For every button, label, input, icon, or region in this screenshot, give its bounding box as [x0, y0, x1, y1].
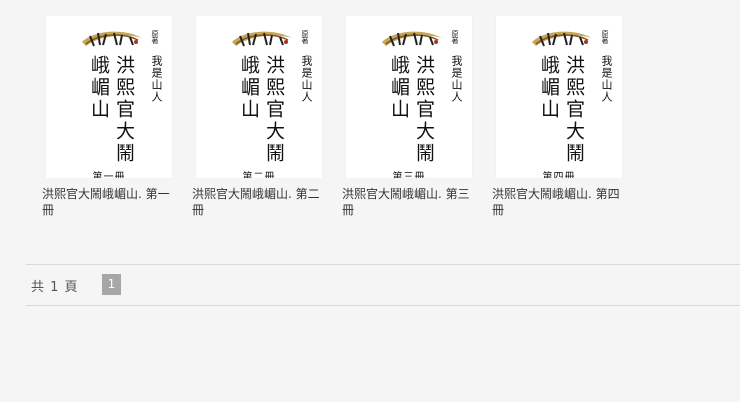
cover-author-label: 原著: [451, 30, 459, 44]
calligraphy-logo-icon: [232, 31, 292, 47]
cover-title: 洪熙官大鬧峨嵋山: [538, 55, 585, 165]
book-caption-link[interactable]: 洪熙官大鬧峨嵋山. 第一冊: [42, 186, 180, 218]
page-total-label: 共 1 頁: [31, 280, 79, 295]
book-caption-link[interactable]: 洪熙官大鬧峨嵋山. 第二冊: [192, 186, 330, 218]
cover-author: 我是山人: [600, 55, 613, 103]
book-item[interactable]: 原著 我是山人 洪熙官大鬧峨嵋山 第三冊 洪熙官大鬧峨嵋山. 第三冊: [342, 16, 492, 218]
book-cover[interactable]: 原著 我是山人 洪熙官大鬧峨嵋山 第一冊: [46, 16, 172, 178]
pagination-bar: 共 1 頁 1: [26, 264, 740, 306]
book-item[interactable]: 原著 我是山人 洪熙官大鬧峨嵋山 第一冊 洪熙官大鬧峨嵋山. 第一冊: [42, 16, 192, 218]
cover-author: 我是山人: [150, 55, 163, 103]
page: 原著 我是山人 洪熙官大鬧峨嵋山 第一冊 洪熙官大鬧峨嵋山. 第一冊 原著 我是…: [0, 0, 740, 402]
book-cover[interactable]: 原著 我是山人 洪熙官大鬧峨嵋山 第四冊: [496, 16, 622, 178]
book-cover[interactable]: 原著 我是山人 洪熙官大鬧峨嵋山 第三冊: [346, 16, 472, 178]
calligraphy-logo-icon: [532, 31, 592, 47]
cover-author: 我是山人: [450, 55, 463, 103]
book-caption-link[interactable]: 洪熙官大鬧峨嵋山. 第四冊: [492, 186, 630, 218]
cover-author-label: 原著: [151, 30, 159, 44]
cover-title: 洪熙官大鬧峨嵋山: [88, 55, 135, 165]
book-list: 原著 我是山人 洪熙官大鬧峨嵋山 第一冊 洪熙官大鬧峨嵋山. 第一冊 原著 我是…: [42, 16, 642, 218]
cover-volume-label: 第四冊: [542, 172, 576, 178]
calligraphy-logo-icon: [382, 31, 442, 47]
page-number-button[interactable]: 1: [102, 274, 121, 295]
cover-volume-label: 第一冊: [92, 172, 126, 178]
cover-volume-label: 第二冊: [242, 172, 276, 178]
book-item[interactable]: 原著 我是山人 洪熙官大鬧峨嵋山 第二冊 洪熙官大鬧峨嵋山. 第二冊: [192, 16, 342, 218]
cover-author-label: 原著: [301, 30, 309, 44]
cover-volume-label: 第三冊: [392, 172, 426, 178]
cover-title: 洪熙官大鬧峨嵋山: [388, 55, 435, 165]
calligraphy-logo-icon: [82, 31, 142, 47]
book-cover[interactable]: 原著 我是山人 洪熙官大鬧峨嵋山 第二冊: [196, 16, 322, 178]
cover-author: 我是山人: [300, 55, 313, 103]
book-item[interactable]: 原著 我是山人 洪熙官大鬧峨嵋山 第四冊 洪熙官大鬧峨嵋山. 第四冊: [492, 16, 642, 218]
book-caption-link[interactable]: 洪熙官大鬧峨嵋山. 第三冊: [342, 186, 480, 218]
cover-title: 洪熙官大鬧峨嵋山: [238, 55, 285, 165]
cover-author-label: 原著: [601, 30, 609, 44]
